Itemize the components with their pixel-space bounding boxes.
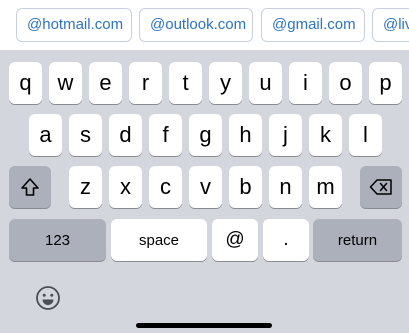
key-label: q <box>19 70 32 95</box>
key-c[interactable]: c <box>149 166 182 208</box>
delete-key[interactable] <box>360 166 402 208</box>
key-a[interactable]: a <box>29 114 62 156</box>
key-label: h <box>239 122 252 147</box>
key-z[interactable]: z <box>69 166 102 208</box>
suggestion-outlook[interactable]: @outlook.com <box>139 8 253 42</box>
key-label: z <box>80 174 91 199</box>
key-label: j <box>283 122 288 147</box>
key-u[interactable]: u <box>249 62 282 104</box>
suggestion-label: @hotmail.com <box>27 16 124 33</box>
key-y[interactable]: y <box>209 62 242 104</box>
key-label: l <box>363 122 368 147</box>
key-x[interactable]: x <box>109 166 142 208</box>
key-label: r <box>141 70 150 95</box>
key-label: p <box>379 70 392 95</box>
key-label: return <box>337 231 378 249</box>
key-label: f <box>162 122 169 147</box>
period-key[interactable]: . <box>263 219 309 261</box>
key-label: g <box>199 122 212 147</box>
key-w[interactable]: w <box>49 62 82 104</box>
key-t[interactable]: t <box>169 62 202 104</box>
key-label: space <box>138 231 180 249</box>
key-label: m <box>316 174 335 199</box>
suggestion-label: @outlook.com <box>150 16 247 33</box>
key-r[interactable]: r <box>129 62 162 104</box>
suggestion-hotmail[interactable]: @hotmail.com <box>16 8 132 42</box>
key-label: s <box>80 122 91 147</box>
key-label: e <box>99 70 112 95</box>
key-label: u <box>259 70 272 95</box>
suggestion-label: @gmail.com <box>272 16 356 33</box>
key-label: n <box>279 174 292 199</box>
key-label: . <box>283 229 289 250</box>
at-key[interactable]: @ <box>212 219 258 261</box>
key-s[interactable]: s <box>69 114 102 156</box>
key-f[interactable]: f <box>149 114 182 156</box>
email-suggestion-bar: @hotmail.com @outlook.com @gmail.com @li… <box>0 0 409 50</box>
key-label: x <box>120 174 131 199</box>
suggestion-live[interactable]: @liv <box>372 8 409 42</box>
key-label: i <box>303 70 308 95</box>
key-label: @ <box>225 229 245 250</box>
key-o[interactable]: o <box>329 62 362 104</box>
key-label: y <box>220 70 231 95</box>
key-e[interactable]: e <box>89 62 122 104</box>
key-p[interactable]: p <box>369 62 402 104</box>
key-label: k <box>320 122 331 147</box>
key-i[interactable]: i <box>289 62 322 104</box>
key-h[interactable]: h <box>229 114 262 156</box>
home-indicator <box>136 323 272 328</box>
key-b[interactable]: b <box>229 166 262 208</box>
key-label: b <box>239 174 252 199</box>
key-j[interactable]: j <box>269 114 302 156</box>
key-label: a <box>39 122 52 147</box>
key-g[interactable]: g <box>189 114 222 156</box>
key-label: v <box>200 174 211 199</box>
shift-key[interactable] <box>9 166 51 208</box>
key-label: w <box>57 70 74 95</box>
emoji-button[interactable] <box>34 284 62 312</box>
key-label: 123 <box>44 231 71 249</box>
emoji-icon <box>34 284 62 312</box>
suggestion-gmail[interactable]: @gmail.com <box>261 8 365 42</box>
delete-icon <box>369 178 393 196</box>
space-key[interactable]: space <box>111 219 207 261</box>
key-m[interactable]: m <box>309 166 342 208</box>
key-label: o <box>339 70 352 95</box>
key-q[interactable]: q <box>9 62 42 104</box>
suggestion-label: @liv <box>383 16 409 33</box>
key-v[interactable]: v <box>189 166 222 208</box>
key-label: t <box>182 70 189 95</box>
numbers-key[interactable]: 123 <box>9 219 106 261</box>
shift-icon <box>20 177 40 197</box>
key-label: d <box>119 122 132 147</box>
key-label: c <box>160 174 171 199</box>
key-k[interactable]: k <box>309 114 342 156</box>
return-key[interactable]: return <box>313 219 402 261</box>
key-n[interactable]: n <box>269 166 302 208</box>
key-l[interactable]: l <box>349 114 382 156</box>
key-d[interactable]: d <box>109 114 142 156</box>
